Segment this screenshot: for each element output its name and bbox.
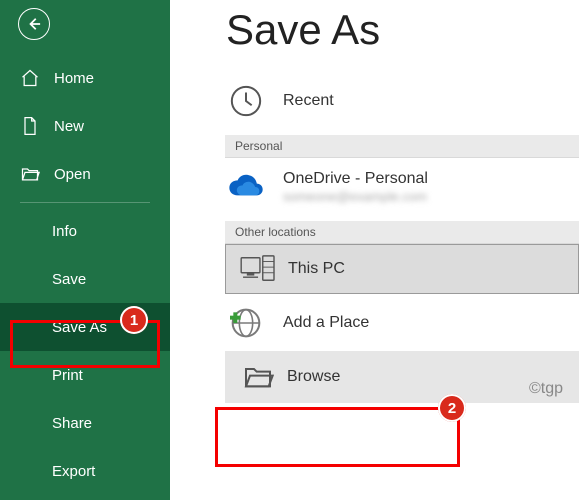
nav-open[interactable]: Open <box>0 150 170 198</box>
home-icon <box>20 68 40 88</box>
section-other: Other locations <box>225 221 579 244</box>
location-onedrive[interactable]: OneDrive - Personal someone@example.com <box>225 158 579 215</box>
add-place-icon <box>230 307 262 339</box>
nav-label: Save As <box>52 319 107 336</box>
location-browse[interactable]: Browse <box>225 351 579 403</box>
location-this-pc[interactable]: This PC <box>225 244 579 294</box>
nav-label: New <box>54 118 84 135</box>
nav-info[interactable]: Info <box>0 207 170 255</box>
folder-browse-icon <box>242 361 274 393</box>
location-label: This PC <box>288 260 345 278</box>
this-pc-icon <box>240 254 278 284</box>
page-title: Save As <box>226 6 579 54</box>
clock-icon <box>229 84 263 118</box>
location-label: Recent <box>283 92 334 110</box>
nav-label: Print <box>52 367 83 384</box>
sidebar: Home New Open Info Save Save As Print Sh… <box>0 0 170 500</box>
main-pane: Save As Recent Personal OneDrive - Perso… <box>170 0 579 500</box>
section-personal: Personal <box>225 135 579 158</box>
nav-save-as[interactable]: Save As <box>0 303 170 351</box>
location-add-place[interactable]: Add a Place <box>225 294 579 351</box>
nav-label: Share <box>52 415 92 432</box>
file-icon <box>20 116 40 136</box>
location-label: Browse <box>287 368 340 386</box>
location-account: someone@example.com <box>283 189 428 204</box>
nav-save[interactable]: Save <box>0 255 170 303</box>
back-button[interactable] <box>18 8 50 40</box>
nav-label: Export <box>52 463 95 480</box>
nav-label: Home <box>54 70 94 87</box>
nav-new[interactable]: New <box>0 102 170 150</box>
nav-label: Open <box>54 166 91 183</box>
divider <box>20 202 150 203</box>
back-arrow-icon <box>27 17 41 31</box>
nav-export[interactable]: Export <box>0 447 170 495</box>
nav-label: Info <box>52 223 77 240</box>
nav-share[interactable]: Share <box>0 399 170 447</box>
nav-home[interactable]: Home <box>0 54 170 102</box>
nav-print[interactable]: Print <box>0 351 170 399</box>
location-label: Add a Place <box>283 314 369 332</box>
watermark: ©tgp <box>529 380 563 398</box>
onedrive-icon <box>226 173 266 201</box>
nav-label: Save <box>52 271 86 288</box>
location-label: OneDrive - Personal <box>283 170 428 188</box>
folder-open-icon <box>20 164 40 184</box>
location-recent[interactable]: Recent <box>225 72 579 129</box>
